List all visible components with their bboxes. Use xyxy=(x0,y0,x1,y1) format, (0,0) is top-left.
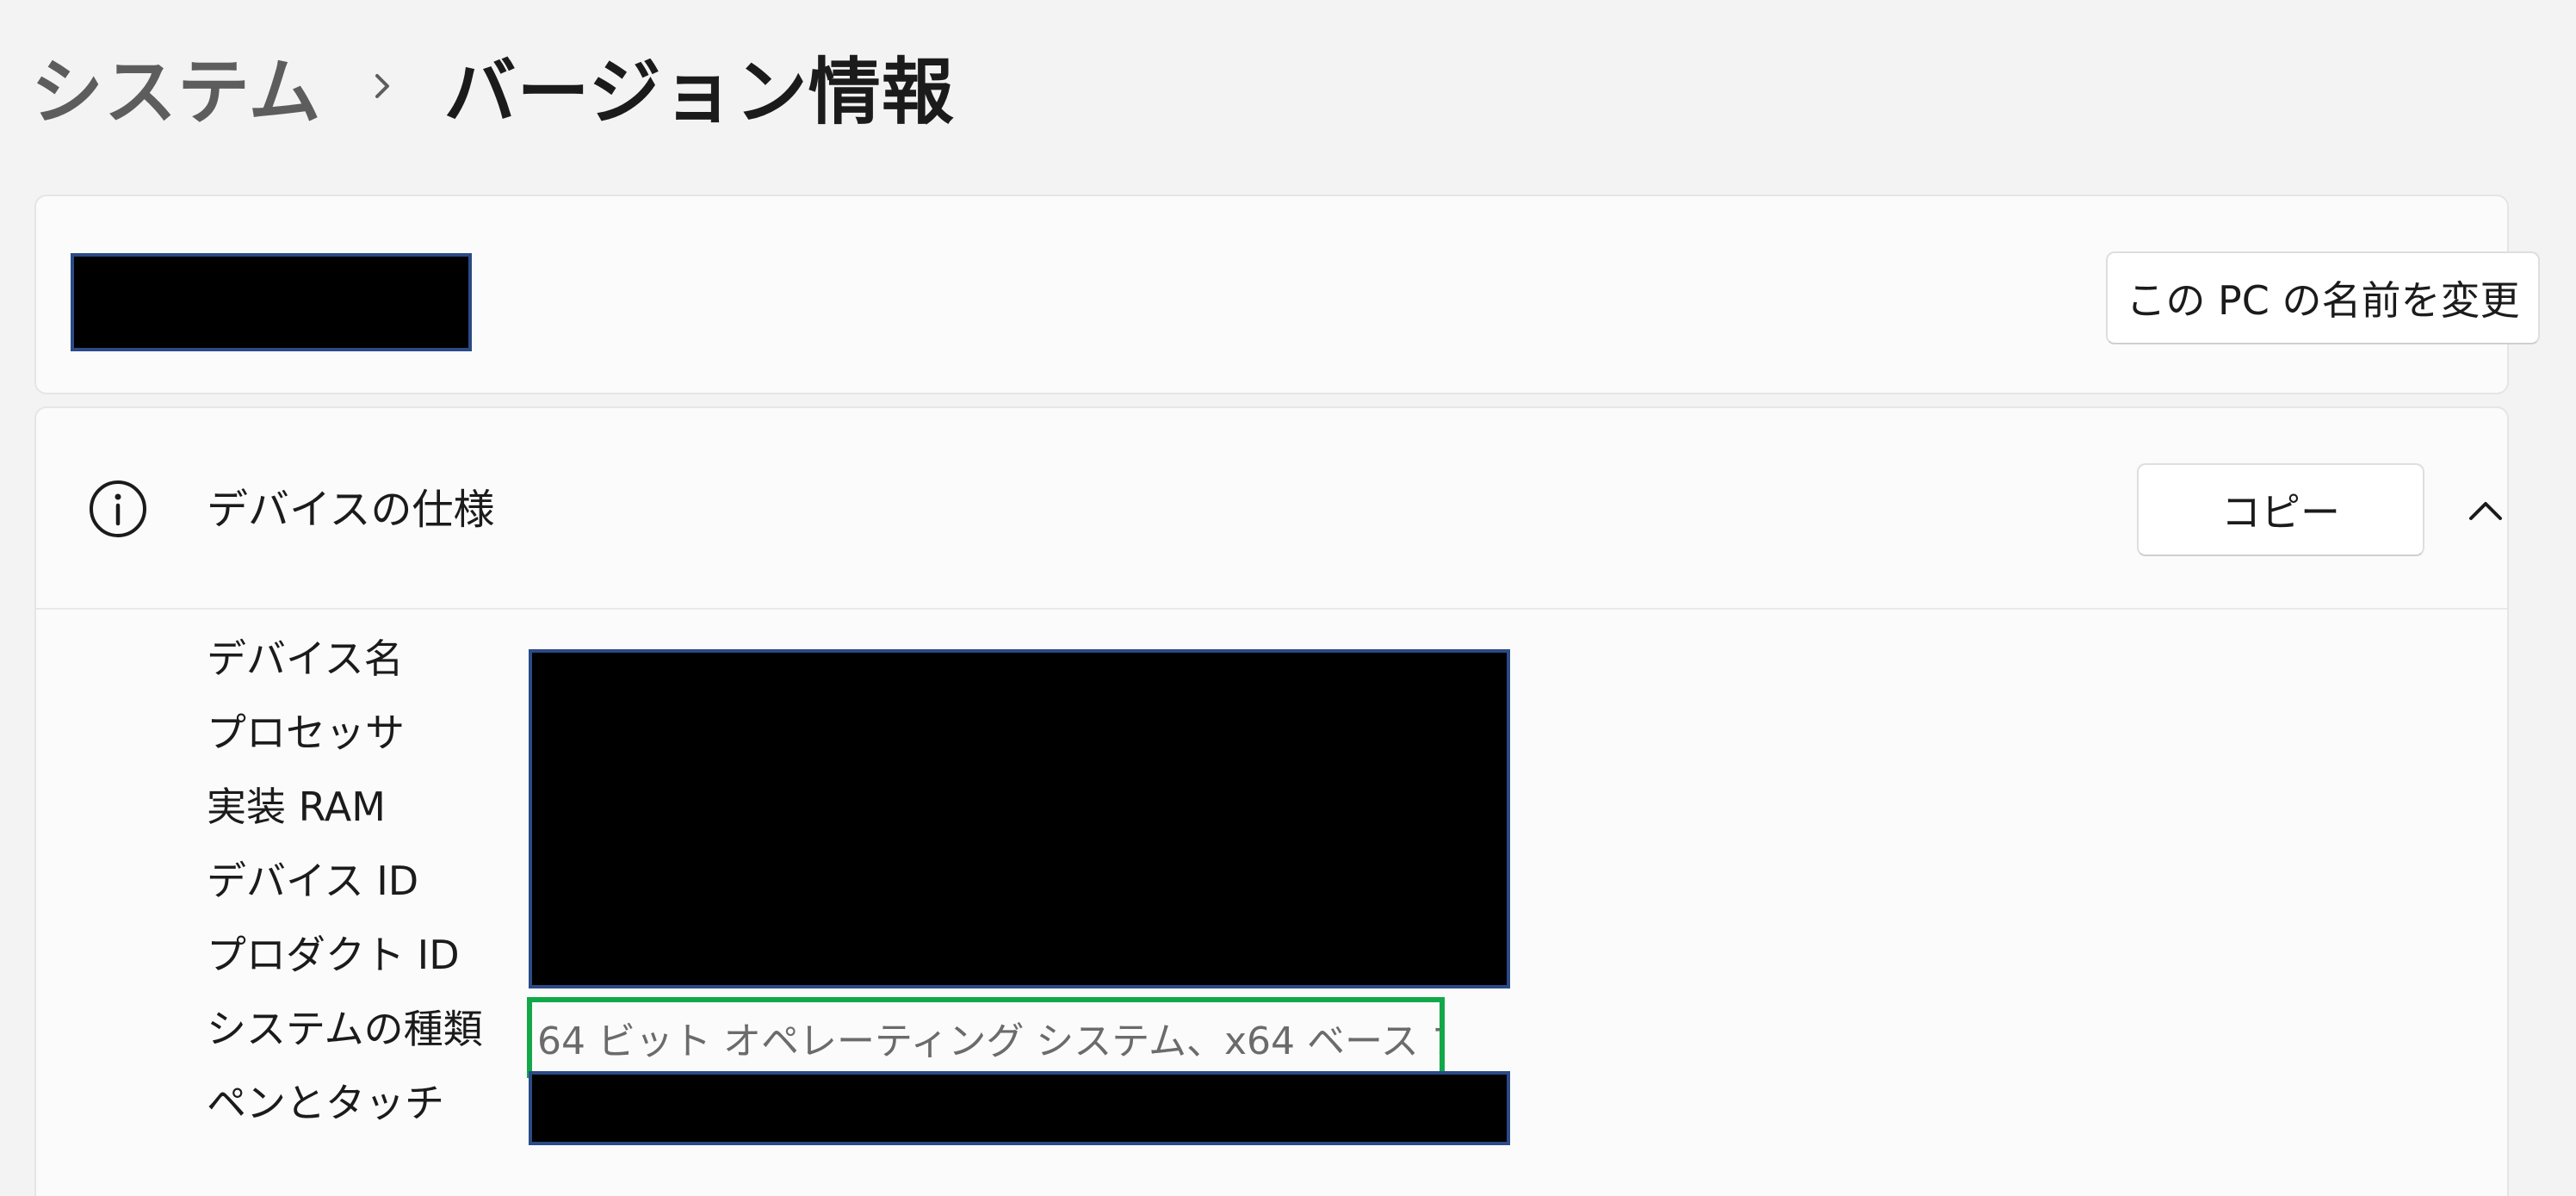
chevron-up-icon[interactable] xyxy=(2455,480,2516,541)
info-icon xyxy=(84,475,152,542)
chevron-right-icon xyxy=(359,63,406,109)
label-processor: プロセッサ xyxy=(207,710,405,756)
label-system-type: システムの種類 xyxy=(207,1006,483,1052)
rename-pc-button[interactable]: この PC の名前を変更 xyxy=(2106,251,2540,344)
device-name-card: この PC の名前を変更 xyxy=(34,195,2540,394)
system-type-value: 64 ビット オペレーティング システム、x64 ベース プロセッサ xyxy=(527,997,1445,1078)
breadcrumb: システム バージョン情報 xyxy=(31,34,955,138)
label-device-id: デバイス ID xyxy=(207,858,419,904)
redacted-pen-touch-value xyxy=(529,1071,1510,1145)
label-product-id: プロダクト ID xyxy=(207,932,460,978)
label-pen-touch: ペンとタッチ xyxy=(207,1080,444,1126)
device-specs-card: デバイスの仕様 コピー デバイス名 プロセッサ 実装 RAM デバイス ID プ… xyxy=(34,406,2509,1196)
breadcrumb-system[interactable]: システム xyxy=(31,34,321,139)
redacted-device-name xyxy=(71,253,472,351)
device-specs-header[interactable]: デバイスの仕様 コピー xyxy=(36,408,2507,610)
page-title: バージョン情報 xyxy=(443,49,955,134)
label-device-name: デバイス名 xyxy=(207,635,404,682)
spec-labels: デバイス名 プロセッサ 実装 RAM デバイス ID プロダクト ID システム… xyxy=(207,622,483,1140)
label-installed-ram: 実装 RAM xyxy=(207,784,386,830)
device-specs-title: デバイスの仕様 xyxy=(207,486,495,534)
about-page: システム バージョン情報 この PC の名前を変更 デバイスの仕様 コピー デバ… xyxy=(0,0,2576,1196)
redacted-spec-values xyxy=(529,649,1510,988)
copy-button[interactable]: コピー xyxy=(2137,463,2424,556)
